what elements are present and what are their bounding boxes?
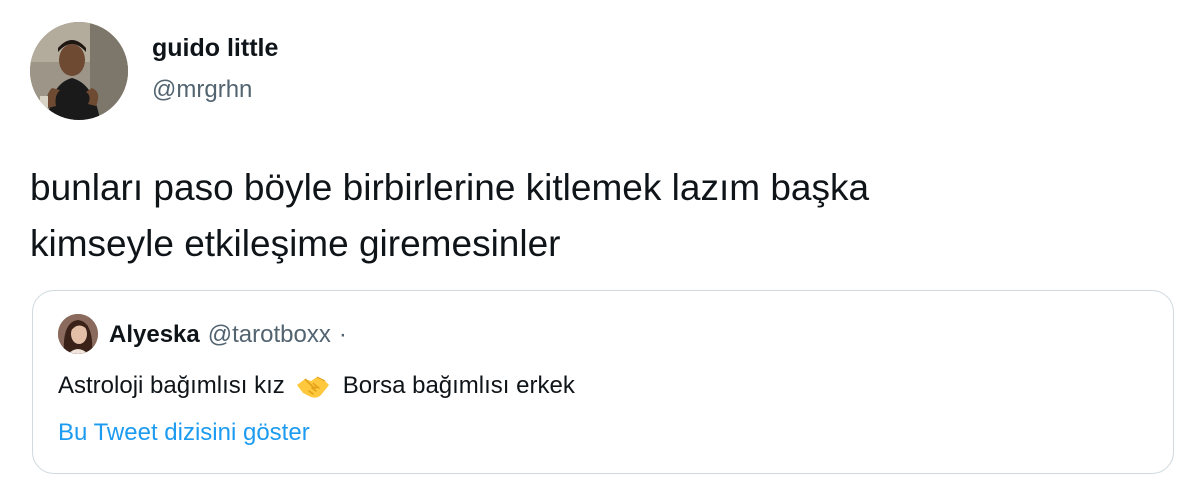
quoted-author-avatar-photo: [58, 314, 98, 354]
author-avatar[interactable]: [30, 22, 128, 120]
show-thread-link[interactable]: Bu Tweet dizisini göster: [58, 419, 310, 447]
handshake-emoji-icon: [295, 371, 331, 401]
tweet-text-line-1: bunları paso böyle birbirlerine kitlemek…: [30, 167, 870, 208]
quoted-tweet-header: Alyeska @tarotboxx ·: [109, 321, 347, 349]
quoted-text-after-emoji: Borsa bağımlısı erkek: [342, 372, 575, 399]
quoted-author-avatar[interactable]: [58, 314, 98, 354]
tweet-card: guido little @mrgrhn bunları paso böyle …: [0, 0, 1200, 493]
tweet-text-line-2: kimseyle etkileşime giremesinler: [30, 223, 561, 264]
author-handle[interactable]: @mrgrhn: [152, 76, 252, 104]
tweet-text: bunları paso böyle birbirlerine kitlemek…: [30, 160, 1150, 272]
quoted-author-handle[interactable]: @tarotboxx: [208, 321, 331, 349]
author-display-name[interactable]: guido little: [152, 34, 278, 63]
quoted-author-display-name[interactable]: Alyeska: [109, 321, 200, 349]
quoted-text-before-emoji: Astroloji bağımlısı kız: [58, 372, 285, 399]
header-separator: ·: [338, 321, 347, 348]
quoted-tweet-text: Astroloji bağımlısı kız Borsa bağımlısı …: [58, 371, 575, 401]
author-avatar-photo: [30, 22, 128, 120]
quoted-tweet-card[interactable]: Alyeska @tarotboxx · Astroloji bağımlısı…: [32, 290, 1174, 474]
